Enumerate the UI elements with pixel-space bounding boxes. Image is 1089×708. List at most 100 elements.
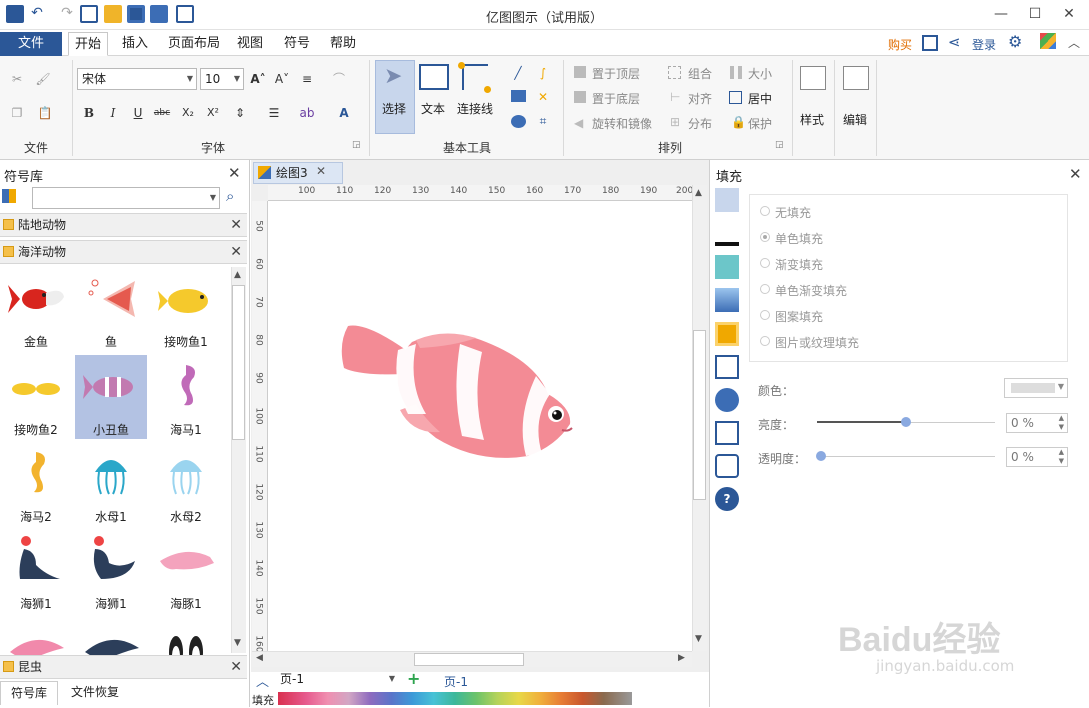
symbol-kissing-fish-1[interactable]: 接吻鱼1 [150,267,222,351]
scroll-down-icon[interactable]: ▼ [234,638,241,648]
radio-solid-fill[interactable] [760,232,770,242]
scroll-right-icon[interactable]: ▶ [678,653,685,663]
symbol-sea-lion-1[interactable]: 海狮1 [0,529,72,613]
edit-button[interactable]: 编辑 [843,111,867,128]
tab-home[interactable]: 开始 [68,32,109,56]
spinner-icon[interactable]: ▲ ▼ [1059,448,1064,466]
send-back-button[interactable]: 置于底层 [592,90,640,107]
subscript-button[interactable]: X₂ [179,104,197,122]
tab-file-recovery[interactable]: 文件恢复 [60,681,130,705]
symbol-seahorse-2[interactable]: 海马2 [0,442,72,526]
symbol-sea-lion-1b[interactable]: 海狮1 [75,529,147,613]
tab-view[interactable]: 视图 [231,32,269,56]
protect-button[interactable]: 保护 [748,115,772,132]
close-document-icon[interactable]: ✕ [316,164,326,178]
curve-tool-icon[interactable]: ∫ [534,64,552,82]
group-button[interactable]: 组合 [688,65,712,82]
transparency-slider-track[interactable] [817,456,995,457]
radio-gradient-fill[interactable] [760,258,770,268]
transparency-input[interactable]: 0 % ▲ ▼ [1006,447,1068,467]
bring-front-button[interactable]: 置于顶层 [592,65,640,82]
settings-gear-icon[interactable]: ⚙ [1008,32,1022,51]
library-menu-icon[interactable] [2,189,16,203]
rotate-mirror-button[interactable]: 旋转和镜像 [592,115,652,132]
bold-button[interactable]: B [80,104,98,122]
symbol-goldfish[interactable]: 金鱼 [0,267,72,351]
theme-icon[interactable] [1040,33,1056,49]
radio-picture-fill[interactable] [760,336,770,346]
tab-insert[interactable]: 插入 [116,32,154,56]
crop-tool-icon[interactable]: ⌗ [534,112,552,130]
arrange-dialog-launcher-icon[interactable]: ◲ [775,140,784,150]
chevron-up-icon[interactable]: ︿ [256,671,269,690]
buy-link[interactable]: 购买 [888,36,912,53]
font-color-icon[interactable]: A [335,104,353,122]
clownfish-shape[interactable] [336,314,580,462]
shadow-tab-icon[interactable] [715,255,739,279]
symbol-dolphin-pink[interactable] [0,616,72,655]
image-tab-icon[interactable] [715,288,739,312]
shrink-font-icon[interactable]: A˅ [273,70,291,88]
brightness-slider-handle[interactable] [901,417,911,427]
size-button[interactable]: 大小 [748,65,772,82]
rectangle-tool-icon[interactable] [511,90,526,102]
format-painter-icon[interactable]: 🖌 [34,70,52,88]
close-window-button[interactable]: ✕ [1058,4,1080,24]
page-tab[interactable]: 页-1 [444,673,468,690]
crossed-tool-icon[interactable]: ✕ [534,88,552,106]
line-tab-icon[interactable] [715,222,739,246]
share-screen-icon[interactable] [922,35,938,51]
font-size-select[interactable]: 10 ▼ [200,68,244,90]
line-style-icon[interactable]: ⌒ [330,70,348,88]
login-link[interactable]: 登录 [972,36,996,53]
italic-button[interactable]: I [104,104,122,122]
line-spacing-icon[interactable]: ⇕ [231,104,249,122]
close-icon[interactable]: ✕ [230,214,242,236]
minimize-button[interactable]: — [990,4,1012,24]
tab-help[interactable]: 帮助 [324,32,362,56]
help-icon[interactable]: ? [715,487,739,511]
binoculars-icon[interactable] [843,66,869,90]
strikethrough-button[interactable]: abc [153,104,171,122]
close-icon[interactable]: ✕ [230,241,242,263]
paste-icon[interactable]: 📋 [36,104,54,122]
brightness-input[interactable]: 0 % ▲ ▼ [1006,413,1068,433]
search-icon[interactable]: ⌕ [226,187,234,205]
line-tool-icon[interactable]: ╱ [509,64,527,82]
page-select[interactable]: 页-1 ▼ [276,671,398,689]
category-insects[interactable]: 昆虫 ✕ [0,655,247,679]
tab-page-layout[interactable]: 页面布局 [162,32,226,56]
scroll-down-icon[interactable]: ▼ [695,634,702,644]
library-scroll-thumb[interactable] [232,285,245,440]
style-button[interactable]: 样式 [800,111,824,128]
page-tab-icon[interactable] [715,355,739,379]
globe-tab-icon[interactable] [715,388,739,412]
color-swatches[interactable] [278,692,632,705]
document-tab[interactable]: 绘图3 [253,162,343,184]
symbol-clownfish[interactable]: 小丑鱼 [75,355,147,439]
symbol-seahorse-1[interactable]: 海马1 [150,355,222,439]
option-solid-fill[interactable]: 单色填充 [775,230,823,247]
collapse-ribbon-icon[interactable]: ︿ [1068,34,1080,51]
radio-no-fill[interactable] [760,206,770,216]
text-tool-icon[interactable] [419,64,449,90]
scroll-left-icon[interactable]: ◀ [256,653,263,663]
grow-font-icon[interactable]: A˄ [249,70,267,88]
copy-icon[interactable]: ❐ [8,104,26,122]
bullet-list-icon[interactable]: ☰ [265,104,283,122]
color-picker[interactable]: ▼ [1004,378,1068,398]
option-gradient-fill[interactable]: 渐变填充 [775,256,823,273]
scroll-up-icon[interactable]: ▲ [234,270,241,280]
ellipse-tool-icon[interactable] [511,115,526,128]
connector-tool-label[interactable]: 连接线 [457,100,493,117]
font-name-select[interactable]: 宋体 ▼ [77,68,197,90]
symbol-kissing-fish-2[interactable]: 接吻鱼2 [0,355,72,439]
option-no-fill[interactable]: 无填充 [775,204,811,221]
close-library-icon[interactable]: ✕ [228,164,241,182]
symbol-penguins[interactable] [150,616,222,655]
tab-symbol[interactable]: 符号 [278,32,316,56]
align-button[interactable]: 对齐 [688,90,712,107]
distribute-button[interactable]: 分布 [688,115,712,132]
paragraph-icon[interactable]: ≡ [298,70,316,88]
symbol-dolphin-blue[interactable] [75,616,147,655]
